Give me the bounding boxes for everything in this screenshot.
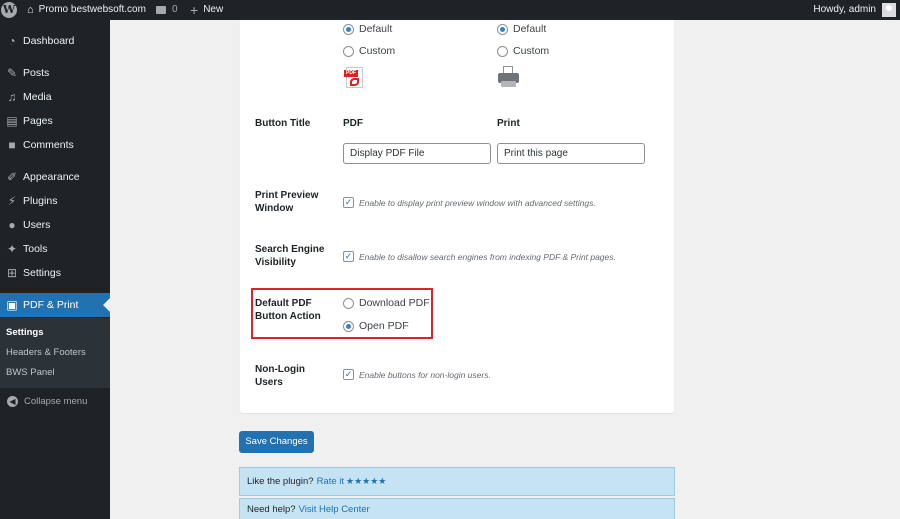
site-name-link[interactable]: ⌂ Promo bestwebsoft.com xyxy=(27,0,146,20)
print-icon-custom-radio[interactable]: Custom xyxy=(497,45,549,57)
radio-label: Custom xyxy=(513,45,550,57)
search-engine-hint: Enable to disallow search engines from i… xyxy=(359,252,616,262)
help-center-link[interactable]: Visit Help Center xyxy=(299,504,370,515)
search-engine-label: Search Engine Visibility xyxy=(255,244,325,268)
user-icon: ● xyxy=(8,218,16,232)
help-notice: Need help? Visit Help Center xyxy=(239,498,675,519)
pdf-icon-custom-radio[interactable]: Custom xyxy=(343,45,395,57)
wordpress-logo-icon[interactable]: W xyxy=(1,2,17,18)
sidebar-item-label: PDF & Print xyxy=(23,299,79,311)
open-pdf-radio[interactable]: Open PDF xyxy=(343,320,409,332)
comment-icon: ■ xyxy=(8,138,16,152)
print-icon-default-radio[interactable]: Default xyxy=(497,23,546,35)
search-engine-checkbox[interactable]: ✓ xyxy=(343,251,354,262)
collapse-arrow-icon: ◀ xyxy=(7,395,18,407)
home-icon: ⌂ xyxy=(27,4,34,16)
page-icon: ▤ xyxy=(6,114,18,128)
sidebar-item-label: Comments xyxy=(23,139,74,151)
radio-label: Open PDF xyxy=(359,320,409,332)
pdf-icon-default-radio[interactable]: Default xyxy=(343,23,392,35)
sidebar-item-label: Settings xyxy=(23,267,61,279)
sidebar-item-settings[interactable]: ⊞ Settings xyxy=(0,261,110,285)
non-login-label: Non-Login Users xyxy=(255,364,305,388)
help-text: Need help? xyxy=(247,504,296,515)
default-action-label: Default PDF Button Action xyxy=(255,298,321,322)
print-button-title-input[interactable] xyxy=(497,143,645,164)
sidebar-item-media[interactable]: ♫ Media xyxy=(0,85,110,109)
settings-card xyxy=(240,20,674,413)
radio-checked[interactable] xyxy=(497,23,508,35)
media-icon: ♫ xyxy=(7,90,17,104)
sidebar-item-label: Appearance xyxy=(23,171,80,183)
sidebar-item-label: Users xyxy=(23,219,51,231)
pdf-button-title-input[interactable] xyxy=(343,143,491,164)
plug-icon: ⚡ xyxy=(7,194,17,208)
sidebar-item-label: Plugins xyxy=(23,195,58,207)
radio-checked[interactable] xyxy=(343,320,354,332)
sidebar-item-tools[interactable]: ✦ Tools xyxy=(0,237,110,261)
download-pdf-radio[interactable]: Download PDF xyxy=(343,297,430,309)
print-column-head: Print xyxy=(497,118,520,129)
collapse-label: Collapse menu xyxy=(24,395,88,407)
non-login-hint: Enable buttons for non-login users. xyxy=(359,370,491,380)
sidebar-item-label: Dashboard xyxy=(23,35,75,47)
sidebar-item-pdf-print[interactable]: ▣ PDF & Print xyxy=(0,293,110,317)
sidebar-item-comments[interactable]: ■ Comments xyxy=(0,133,110,157)
radio-unchecked[interactable] xyxy=(497,45,508,57)
pdf-print-icon: ▣ xyxy=(6,298,18,312)
dashboard-icon: ◔ xyxy=(8,34,16,48)
brush-icon: ✐ xyxy=(6,170,18,184)
pin-icon: ✎ xyxy=(6,66,18,80)
sidebar-item-label: Tools xyxy=(23,243,48,255)
radio-unchecked[interactable] xyxy=(343,297,354,309)
radio-checked[interactable] xyxy=(343,23,354,35)
sidebar-item-label: Media xyxy=(23,91,52,103)
non-login-checkbox[interactable]: ✓ xyxy=(343,369,354,380)
new-label: New xyxy=(203,4,224,15)
radio-unchecked[interactable] xyxy=(343,45,354,57)
printer-icon xyxy=(498,66,519,88)
print-preview-hint: Enable to display print preview window w… xyxy=(359,198,596,208)
radio-label: Default xyxy=(359,23,393,35)
sidebar-item-users[interactable]: ● Users xyxy=(0,213,110,237)
rate-text: Like the plugin? xyxy=(247,476,314,487)
howdy-text: Howdy, admin xyxy=(813,4,876,15)
admin-bar: W ⌂ Promo bestwebsoft.com 0 + New Howdy,… xyxy=(0,0,900,20)
wrench-icon: ✦ xyxy=(6,242,18,256)
collapse-menu-button[interactable]: ◀ Collapse menu xyxy=(0,392,110,410)
sidebar-item-label: Pages xyxy=(23,115,53,127)
radio-label: Download PDF xyxy=(359,297,430,309)
submenu-bws-panel[interactable]: BWS Panel xyxy=(6,367,55,378)
user-account-link[interactable]: Howdy, admin xyxy=(813,0,876,20)
sidebar-item-appearance[interactable]: ✐ Appearance xyxy=(0,165,110,189)
sidebar-item-plugins[interactable]: ⚡ Plugins xyxy=(0,189,110,213)
rating-stars-icon[interactable]: ★★★★★ xyxy=(346,476,386,487)
print-preview-label: Print Preview Window xyxy=(255,190,319,214)
button-title-label: Button Title xyxy=(255,118,311,129)
save-changes-button[interactable]: Save Changes xyxy=(239,431,314,453)
admin-sidebar: ◔ Dashboard ✎ Posts ♫ Media ▤ Pages ■ Co… xyxy=(0,20,110,519)
settings-icon: ⊞ xyxy=(6,266,18,280)
comments-link[interactable]: 0 xyxy=(156,0,178,20)
submenu-headers-footers[interactable]: Headers & Footers xyxy=(6,347,86,358)
pdf-print-submenu: Settings Headers & Footers BWS Panel xyxy=(0,318,110,388)
plus-icon: + xyxy=(190,2,199,18)
new-content-link[interactable]: + New xyxy=(190,0,223,20)
submenu-settings[interactable]: Settings xyxy=(6,327,43,338)
pdf-column-head: PDF xyxy=(343,118,363,129)
sidebar-item-posts[interactable]: ✎ Posts xyxy=(0,61,110,85)
rate-it-link[interactable]: Rate it xyxy=(317,476,344,487)
site-name: Promo bestwebsoft.com xyxy=(38,4,146,15)
print-preview-checkbox[interactable]: ✓ xyxy=(343,197,354,208)
pdf-file-icon: PDF xyxy=(344,67,364,89)
sidebar-item-pages[interactable]: ▤ Pages xyxy=(0,109,110,133)
radio-label: Custom xyxy=(359,45,396,57)
sidebar-item-label: Posts xyxy=(23,67,50,79)
rate-plugin-notice: Like the plugin? Rate it ★★★★★ xyxy=(239,467,675,496)
comments-count: 0 xyxy=(172,4,178,15)
comment-icon xyxy=(156,6,166,14)
avatar[interactable] xyxy=(882,3,896,17)
radio-label: Default xyxy=(513,23,547,35)
sidebar-item-dashboard[interactable]: ◔ Dashboard xyxy=(0,29,110,53)
